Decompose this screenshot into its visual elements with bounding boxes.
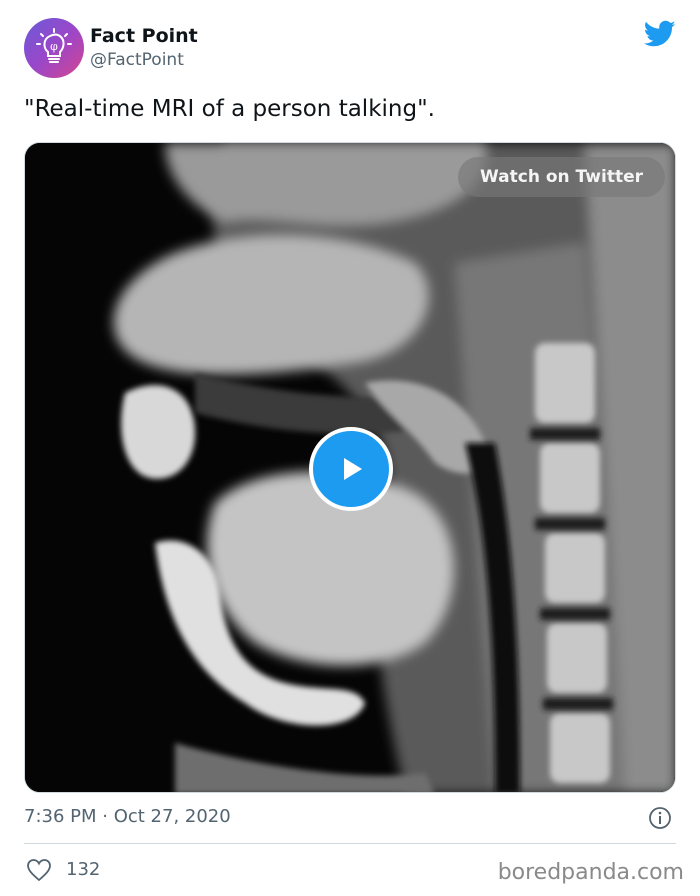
watermark: boredpanda.com xyxy=(497,860,684,885)
lightbulb-logo-icon: φ xyxy=(36,28,72,63)
author-display-name[interactable]: Fact Point xyxy=(90,24,198,48)
divider xyxy=(24,843,676,844)
avatar[interactable]: φ xyxy=(24,18,84,78)
tweet-header: φ Fact Point @FactPoint xyxy=(24,18,684,82)
tweet-text: "Real-time MRI of a person talking". xyxy=(24,96,435,122)
heart-icon[interactable] xyxy=(26,858,52,882)
info-icon[interactable] xyxy=(648,806,672,830)
like-count: 132 xyxy=(66,859,101,880)
tweet-timestamp[interactable]: 7:36 PM · Oct 27, 2020 xyxy=(24,803,231,831)
author-handle[interactable]: @FactPoint xyxy=(90,48,198,72)
play-icon xyxy=(344,458,362,480)
play-button[interactable] xyxy=(309,427,393,511)
like-action[interactable]: 132 xyxy=(26,856,100,884)
video-player[interactable]: Watch on Twitter xyxy=(24,142,676,793)
watch-on-twitter-button[interactable]: Watch on Twitter xyxy=(458,157,665,197)
twitter-bird-icon[interactable] xyxy=(644,20,676,48)
svg-text:φ: φ xyxy=(50,40,58,53)
